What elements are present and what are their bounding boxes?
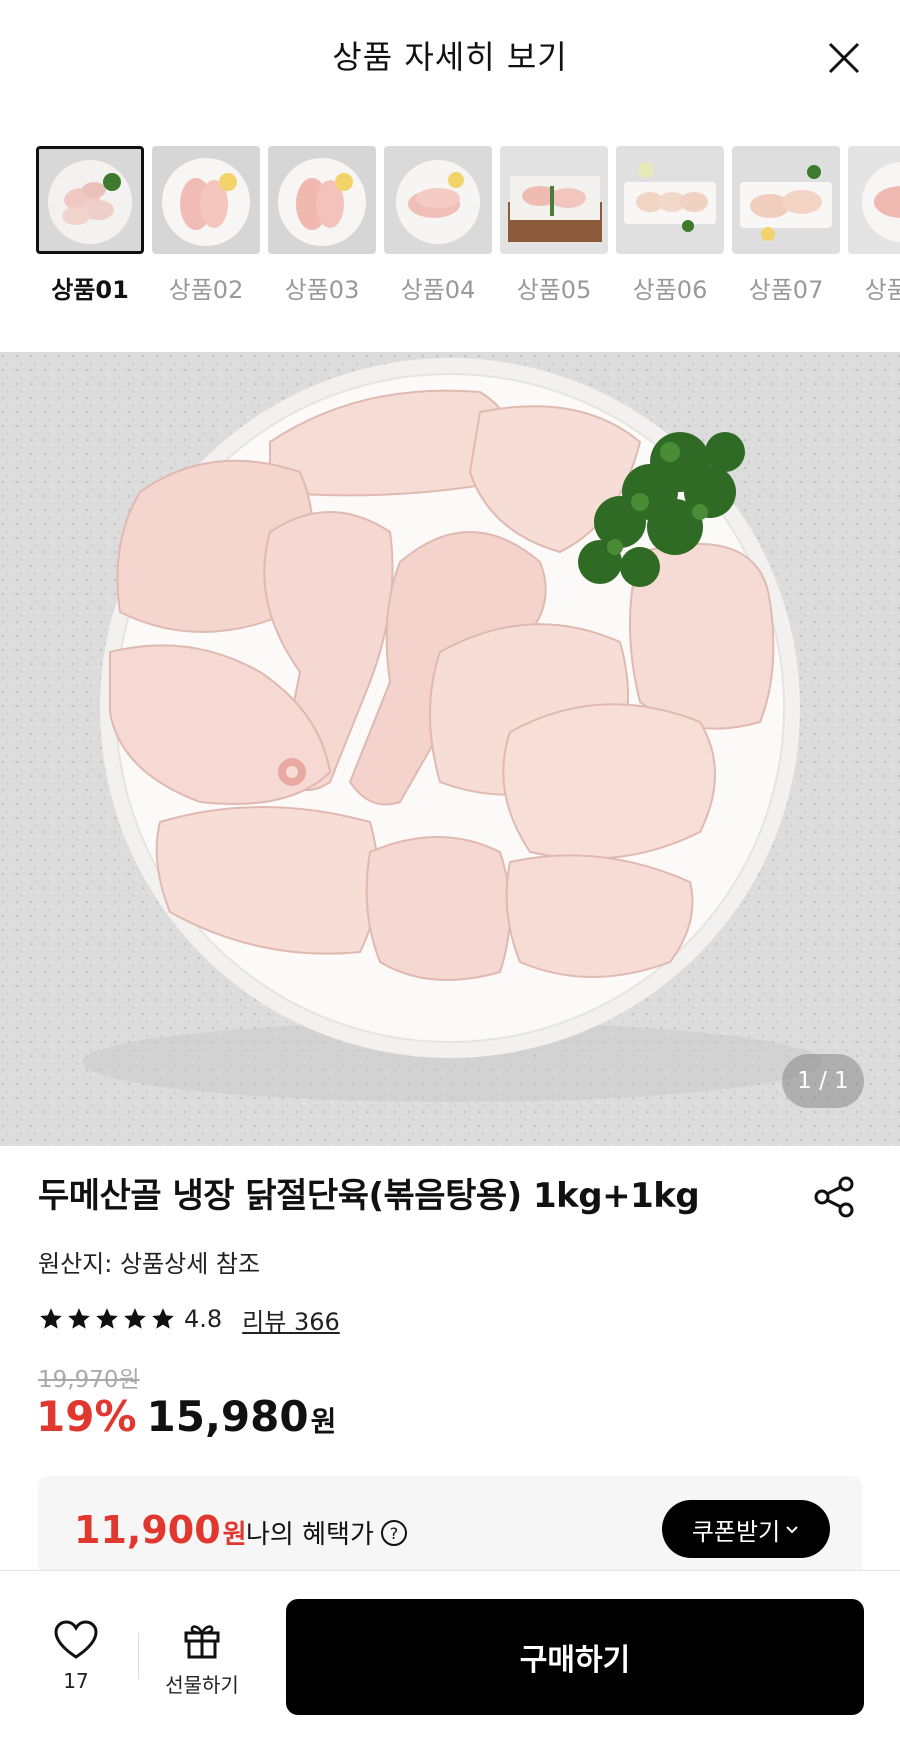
gift-label: 선물하기 [165, 1673, 239, 1697]
thumbnail-label: 상품06 [632, 276, 708, 304]
thumbnail-label: 상품04 [400, 276, 476, 304]
star-rating [38, 1306, 176, 1332]
image-counter: 1 / 1 [782, 1054, 864, 1108]
star-icon [40, 1308, 62, 1329]
like-button[interactable]: 17 [36, 1619, 116, 1693]
star-icon [152, 1308, 174, 1329]
thumbnail-label: 상품02 [168, 276, 244, 304]
thumbnail-item-01[interactable]: 상품01 [36, 146, 144, 305]
question-icon[interactable]: ? [380, 1519, 408, 1547]
thumbnail-item-06[interactable]: 상품06 [616, 146, 724, 305]
review-link[interactable]: 리뷰 366 [242, 1302, 340, 1337]
heart-icon [54, 1620, 98, 1659]
header: 상품 자세히 보기 [0, 0, 900, 112]
benefit-price-unit: 원 [222, 1520, 247, 1550]
original-price: 19,970원 [38, 1367, 140, 1393]
thumbnail-image [732, 146, 840, 254]
thumbnail-item-04[interactable]: 상품04 [384, 146, 492, 305]
thumbnail-item-08[interactable]: 상품08 [848, 146, 900, 305]
close-icon[interactable] [820, 34, 868, 82]
thumbnail-label: 상품01 [51, 276, 129, 304]
benefit-price-box: 11,900 원 나의 혜택가 ? 쿠폰받기 [38, 1476, 862, 1584]
star-icon [124, 1308, 146, 1329]
benefit-label-group: 나의 혜택가 ? [246, 1514, 408, 1551]
thumbnail-label: 상품07 [748, 276, 824, 304]
thumbnail-item-03[interactable]: 상품03 [268, 146, 376, 305]
buy-button[interactable]: 구매하기 [286, 1599, 864, 1715]
origin-text: 원산지: 상품상세 참조 [38, 1250, 261, 1278]
share-icon[interactable] [812, 1174, 858, 1220]
chevron-down-icon [786, 1526, 798, 1534]
thumbnail-image [152, 146, 260, 254]
thumbnail-label: 상품05 [516, 276, 592, 304]
benefit-label: 나의 혜택가 [246, 1520, 374, 1550]
thumbnail-image [384, 146, 492, 254]
benefit-price-value: 11,900 [74, 1508, 221, 1552]
coupon-button[interactable]: 쿠폰받기 [662, 1500, 830, 1558]
sale-price: 15,980 [146, 1392, 309, 1441]
thumbnail-label: 상품08 [864, 276, 900, 304]
thumbnail-image [268, 146, 376, 254]
thumbnail-item-02[interactable]: 상품02 [152, 146, 260, 305]
page-title: 상품 자세히 보기 [332, 38, 568, 76]
coupon-button-label: 쿠폰받기 [691, 1517, 781, 1546]
rating-score: 4.8 [184, 1305, 223, 1333]
price-unit: 원 [310, 1405, 337, 1438]
gift-icon [184, 1625, 220, 1659]
star-icon [96, 1308, 118, 1329]
product-main-image[interactable] [0, 352, 900, 1146]
thumbnail-item-07[interactable]: 상품07 [732, 146, 840, 305]
benefit-price: 11,900 원 [74, 1508, 247, 1552]
divider [138, 1633, 139, 1679]
gift-button[interactable]: 선물하기 [152, 1619, 252, 1698]
thumbnail-image [616, 146, 724, 254]
thumbnail-image [36, 146, 144, 254]
thumbnail-item-05[interactable]: 상품05 [500, 146, 608, 305]
svg-text:?: ? [390, 1524, 399, 1543]
star-icon [68, 1308, 90, 1329]
rating-row: 4.8 리뷰 366 [38, 1302, 340, 1336]
product-title: 두메산골 냉장 닭절단육(볶음탕용) 1kg+1kg [38, 1176, 700, 1216]
discount-rate: 19% [36, 1392, 137, 1441]
bottom-action-bar: 17 선물하기 구매하기 [0, 1570, 900, 1758]
thumbnail-image [848, 146, 900, 254]
chicken-plate-illustration [0, 352, 900, 1146]
thumbnail-label: 상품03 [284, 276, 360, 304]
thumbnail-strip[interactable]: 상품01 상품02 상품03 상품04 상품05 상품06 상품07 상품 [0, 146, 900, 306]
like-count: 17 [63, 1669, 89, 1693]
price-row: 19% 15,980 원 [36, 1392, 336, 1441]
thumbnail-image [500, 146, 608, 254]
